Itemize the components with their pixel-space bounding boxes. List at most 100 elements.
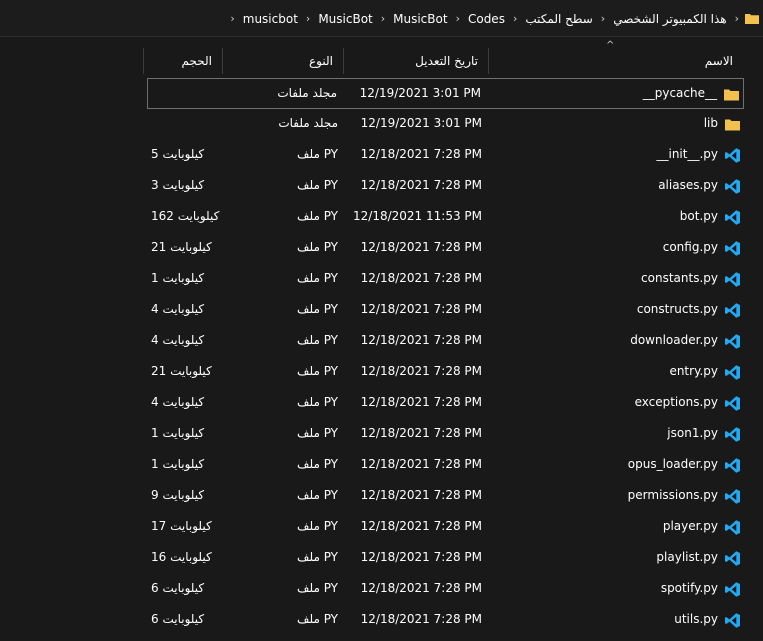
column-divider[interactable]	[488, 48, 489, 74]
chevron-right-icon[interactable]: ›	[377, 12, 389, 25]
column-divider[interactable]	[222, 48, 223, 74]
date-modified: 12/18/2021 7:28 PM	[360, 612, 482, 626]
breadcrumb-item[interactable]: Codes	[464, 12, 509, 26]
file-type: ملف PY	[297, 364, 338, 378]
file-name-cell[interactable]: lib	[499, 109, 744, 138]
file-row[interactable]: entry.py 12/18/2021 7:28 PM ملف PY 21 كيلوب…	[147, 357, 744, 388]
file-size: 21 كيلوبايت	[151, 240, 212, 254]
file-name-cell[interactable]: constants.py	[499, 264, 744, 293]
file-name-cell[interactable]: exceptions.py	[499, 388, 744, 417]
file-name-cell[interactable]: entry.py	[499, 357, 744, 386]
file-name: entry.py	[669, 364, 718, 378]
file-name-cell[interactable]: aliases.py	[499, 171, 744, 200]
file-name-cell[interactable]: config.py	[499, 233, 744, 262]
file-name: constructs.py	[636, 302, 718, 316]
vscode-file-icon	[724, 146, 741, 163]
file-row[interactable]: aliases.py 12/18/2021 7:28 PM ملف PY 3 كيلو…	[147, 171, 744, 202]
file-row[interactable]: __pycache__ 12/19/2021 3:01 PM مجلد ملفات	[147, 78, 744, 109]
file-name: config.py	[662, 240, 718, 254]
file-row[interactable]: player.py 12/18/2021 7:28 PM ملف PY 17 كيلو…	[147, 512, 744, 543]
date-modified: 12/18/2021 7:28 PM	[360, 333, 482, 347]
date-modified: 12/18/2021 7:28 PM	[360, 457, 482, 471]
file-name-cell[interactable]: __pycache__	[498, 79, 743, 108]
file-row[interactable]: spotify.py 12/18/2021 7:28 PM ملف PY 6 كيلو…	[147, 574, 744, 605]
chevron-right-icon[interactable]: ›	[509, 12, 521, 25]
file-row[interactable]: opus_loader.py 12/18/2021 7:28 PM ملف PY 1 …	[147, 450, 744, 481]
column-divider[interactable]	[343, 48, 344, 74]
vscode-file-icon	[724, 456, 741, 473]
date-modified: 12/18/2021 7:28 PM	[360, 240, 482, 254]
file-row[interactable]: constants.py 12/18/2021 7:28 PM ملف PY 1 كي…	[147, 264, 744, 295]
file-size: 4 كيلوبايت	[151, 333, 205, 347]
file-name-cell[interactable]: downloader.py	[499, 326, 744, 355]
breadcrumb-item[interactable]: musicbot	[239, 12, 302, 26]
chevron-right-icon[interactable]: ›	[731, 12, 743, 25]
date-modified: 12/18/2021 7:28 PM	[360, 364, 482, 378]
file-name-cell[interactable]: permissions.py	[499, 481, 744, 510]
chevron-right-icon[interactable]: ›	[597, 12, 609, 25]
column-header-date[interactable]: تاريخ التعديل	[344, 48, 488, 74]
vscode-file-icon	[724, 549, 741, 566]
file-row[interactable]: utils.py 12/18/2021 7:28 PM ملف PY 6 كيلوبا…	[147, 605, 744, 636]
breadcrumb-item[interactable]: MusicBot	[389, 12, 451, 26]
file-row[interactable]: constructs.py 12/18/2021 7:28 PM ملف PY 4 ك…	[147, 295, 744, 326]
file-name-cell[interactable]: player.py	[499, 512, 744, 541]
file-name: utils.py	[674, 612, 718, 626]
file-row[interactable]: lib 12/19/2021 3:01 PM مجلد ملفات	[147, 109, 744, 140]
column-divider[interactable]	[143, 48, 144, 74]
file-row[interactable]: json1.py 12/18/2021 7:28 PM ملف PY 1 كيلوبا…	[147, 419, 744, 450]
file-size: 16 كيلوبايت	[151, 550, 212, 564]
file-name-cell[interactable]: opus_loader.py	[499, 450, 744, 479]
file-name-cell[interactable]: spotify.py	[499, 574, 744, 603]
file-name-cell[interactable]: bot.py	[499, 202, 744, 231]
file-row[interactable]: config.py 12/18/2021 7:28 PM ملف PY 21 كيلو…	[147, 233, 744, 264]
file-row[interactable]: exceptions.py 12/18/2021 7:28 PM ملف PY 4 ك…	[147, 388, 744, 419]
file-name-cell[interactable]: playlist.py	[499, 543, 744, 572]
file-type: ملف PY	[297, 178, 338, 192]
file-name-cell[interactable]: json1.py	[499, 419, 744, 448]
breadcrumb-item[interactable]: MusicBot	[314, 12, 376, 26]
file-size: 4 كيلوبايت	[151, 395, 205, 409]
file-row[interactable]: permissions.py 12/18/2021 7:28 PM ملف PY 9 …	[147, 481, 744, 512]
chevron-right-icon[interactable]: ›	[302, 12, 314, 25]
file-type: ملف PY	[297, 426, 338, 440]
vscode-file-icon	[724, 580, 741, 597]
file-name: aliases.py	[658, 178, 718, 192]
folder-icon	[745, 13, 759, 24]
file-size: 6 كيلوبايت	[151, 581, 205, 595]
file-row[interactable]: bot.py 12/18/2021 11:53 PM ملف PY 162 كيلوب…	[147, 202, 744, 233]
file-type: ملف PY	[297, 488, 338, 502]
date-modified: 12/18/2021 7:28 PM	[360, 147, 482, 161]
file-name: downloader.py	[630, 333, 718, 347]
chevron-right-icon[interactable]: ›	[226, 12, 238, 25]
file-row[interactable]: downloader.py 12/18/2021 7:28 PM ملف PY 4 ك…	[147, 326, 744, 357]
breadcrumb-item[interactable]: هذا الكمبيوتر الشخصي	[609, 12, 730, 26]
vscode-file-icon	[724, 332, 741, 349]
file-type: ملف PY	[297, 612, 338, 626]
file-name: __init__.py	[656, 147, 718, 161]
file-type: ملف PY	[297, 395, 338, 409]
file-type: ملف PY	[297, 519, 338, 533]
file-name-cell[interactable]: __init__.py	[499, 140, 744, 169]
file-size: 1 كيلوبايت	[151, 271, 205, 285]
file-name: player.py	[662, 519, 718, 533]
date-modified: 12/18/2021 7:28 PM	[360, 426, 482, 440]
vscode-file-icon	[724, 487, 741, 504]
breadcrumb-item[interactable]: سطح المكتب	[521, 12, 596, 26]
file-name-cell[interactable]: constructs.py	[499, 295, 744, 324]
date-modified: 12/18/2021 7:28 PM	[360, 550, 482, 564]
file-name-cell[interactable]: utils.py	[499, 605, 744, 634]
vscode-file-icon	[724, 239, 741, 256]
vscode-file-icon	[724, 270, 741, 287]
file-row[interactable]: __init__.py 12/18/2021 7:28 PM ملف PY 5 كيل…	[147, 140, 744, 171]
file-name: opus_loader.py	[627, 457, 718, 471]
column-header-type[interactable]: النوع	[223, 48, 343, 74]
column-header-size[interactable]: الحجم	[144, 48, 222, 74]
date-modified: 12/18/2021 7:28 PM	[360, 271, 482, 285]
chevron-right-icon[interactable]: ›	[452, 12, 464, 25]
column-header-name[interactable]: الاسم	[489, 48, 743, 74]
file-size: 1 كيلوبايت	[151, 457, 205, 471]
date-modified: 12/19/2021 3:01 PM	[360, 116, 482, 130]
file-row[interactable]: playlist.py 12/18/2021 7:28 PM ملف PY 16 كي…	[147, 543, 744, 574]
file-type: ملف PY	[297, 271, 338, 285]
